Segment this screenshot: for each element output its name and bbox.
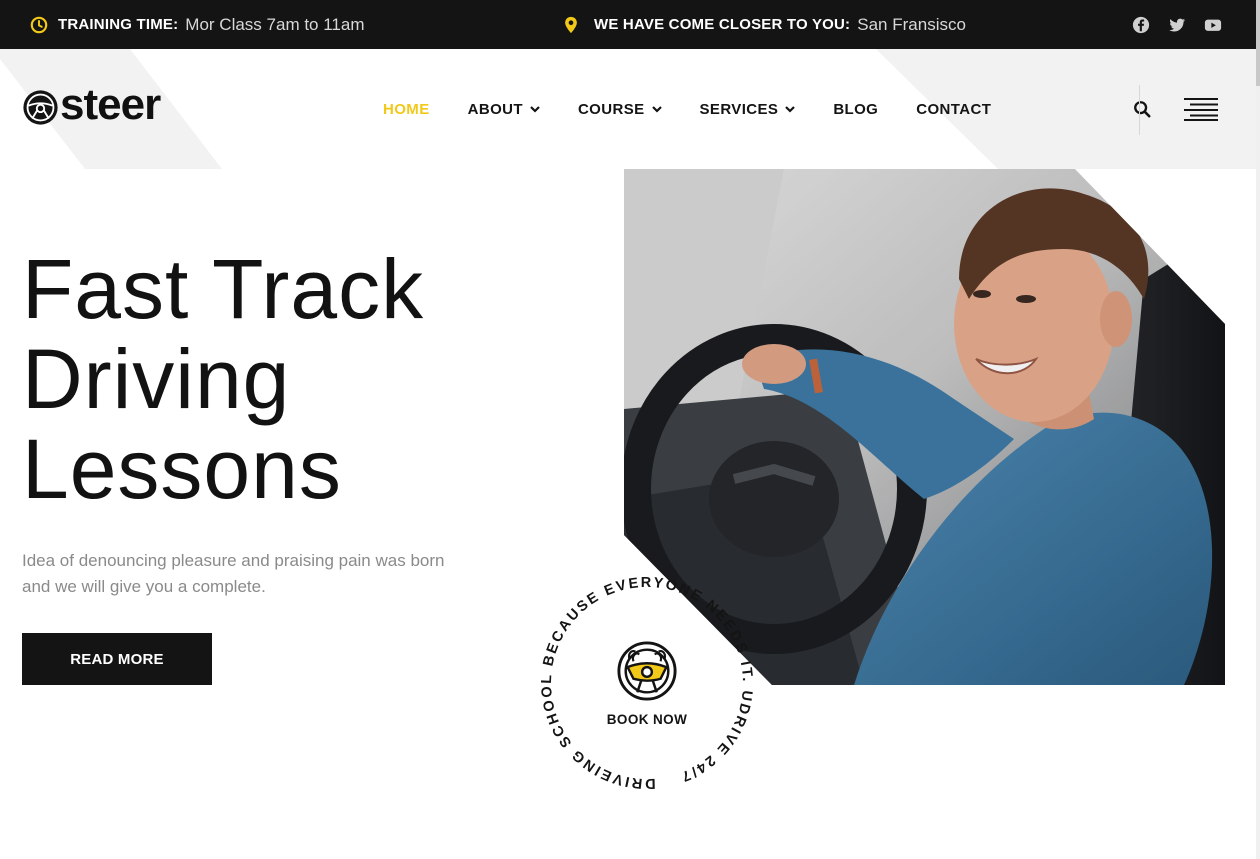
nav-course[interactable]: COURSE <box>578 101 662 118</box>
hero-title-line-3: Lessons <box>22 422 342 516</box>
logo-text: steer <box>60 80 161 129</box>
top-bar: TRAINING TIME: Mor Class 7am to 11am WE … <box>0 0 1256 49</box>
nav-services-label: SERVICES <box>699 100 779 118</box>
map-pin-icon <box>565 16 577 33</box>
nav-blog-label: BLOG <box>833 100 879 118</box>
nav-about[interactable]: ABOUT <box>468 101 540 118</box>
social-links <box>1132 0 1222 49</box>
nav-contact-label: CONTACT <box>916 100 992 118</box>
nav-course-label: COURSE <box>577 100 645 118</box>
book-now-badge[interactable]: DRIVEING SCHOOL BECAUSE EVERYONE NEEDS I… <box>532 568 762 798</box>
nav-about-label: ABOUT <box>467 100 523 118</box>
nav-home-label: HOME <box>383 100 430 118</box>
training-time-label: TRAINING TIME: <box>58 16 179 33</box>
training-time-value: Mor Class 7am to 11am <box>185 14 365 34</box>
nav-blog[interactable]: BLOG <box>833 101 878 118</box>
chevron-down-icon <box>530 105 540 113</box>
site-logo[interactable]: steer <box>22 83 161 127</box>
location-info: WE HAVE COME CLOSER TO YOU: San Fransisc… <box>562 0 966 49</box>
clock-icon <box>30 16 48 33</box>
page-scrollbar[interactable] <box>1256 0 1260 859</box>
youtube-icon[interactable] <box>1204 16 1222 34</box>
location-value: San Fransisco <box>857 14 966 34</box>
site-header: steer HOME ABOUT COURSE SERVICES BLOG CO… <box>0 49 1256 169</box>
book-now-label: BOOK NOW <box>606 711 688 727</box>
page: TRAINING TIME: Mor Class 7am to 11am WE … <box>0 0 1260 859</box>
training-time: TRAINING TIME: Mor Class 7am to 11am <box>30 0 365 49</box>
steering-wheel-logo-icon <box>23 89 58 125</box>
location-label: WE HAVE COME CLOSER TO YOU: <box>594 16 851 33</box>
read-more-button[interactable]: READ MORE <box>22 633 212 685</box>
search-icon[interactable] <box>1133 100 1151 118</box>
nav-home[interactable]: HOME <box>383 101 430 118</box>
badge-center[interactable]: BOOK NOW <box>586 622 708 744</box>
chevron-down-icon <box>785 105 796 113</box>
hero-title-line-2: Driving <box>22 332 291 426</box>
chevron-down-icon <box>651 105 662 113</box>
nav-services[interactable]: SERVICES <box>700 101 796 118</box>
hero-title-line-1: Fast Track <box>22 242 425 336</box>
hamburger-menu-icon[interactable] <box>1184 97 1218 121</box>
hero-description: Idea of denouncing pleasure and praising… <box>22 548 472 600</box>
header-divider <box>1139 85 1140 135</box>
read-more-label: READ MORE <box>70 650 164 668</box>
hero-title: Fast Track Driving Lessons <box>22 244 542 514</box>
hero-description-line-1: Idea of denouncing pleasure and praising… <box>22 551 445 570</box>
scrollbar-thumb[interactable] <box>1256 0 1260 86</box>
facebook-icon[interactable] <box>1132 16 1150 34</box>
nav-contact[interactable]: CONTACT <box>916 101 991 118</box>
main-nav: HOME ABOUT COURSE SERVICES BLOG CONTACT <box>383 49 1029 169</box>
twitter-icon[interactable] <box>1168 16 1186 34</box>
hero-description-line-2: and we will give you a complete. <box>22 577 266 596</box>
steering-wheel-icon <box>617 640 677 701</box>
